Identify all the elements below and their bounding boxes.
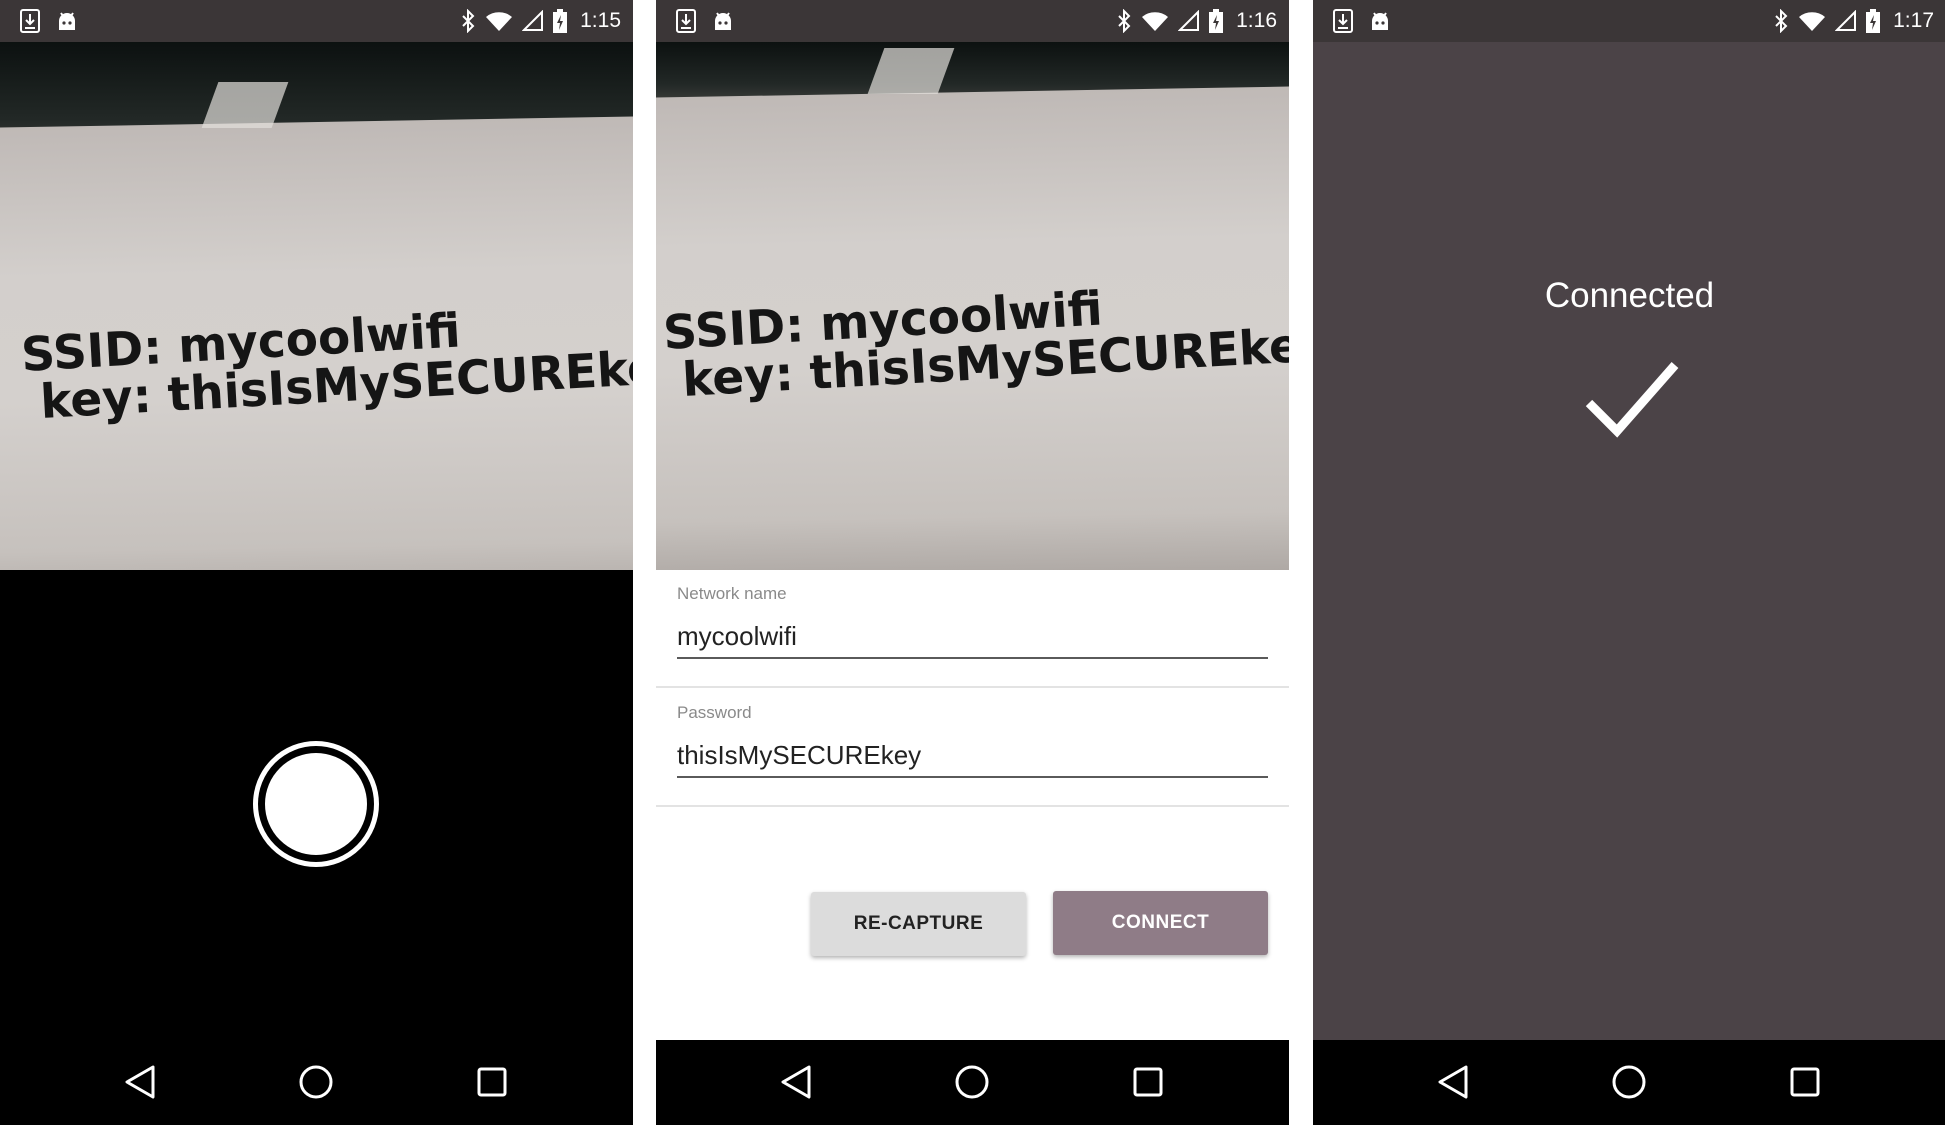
password-field[interactable]: [677, 734, 1268, 778]
status-time: 1:17: [1893, 9, 1934, 32]
signal-icon: [1835, 10, 1857, 32]
connected-screen: 1:17 Connected: [1313, 0, 1945, 1125]
camera-preview: SSID: mycoolwifi key: thisIsMySECUREkey: [0, 42, 633, 570]
navigation-bar: [656, 1040, 1289, 1125]
signal-icon: [522, 10, 544, 32]
credentials-screen: 1:16 SSID: mycoolwifi key: thisIsMySECUR…: [656, 0, 1289, 1125]
navigation-bar: [0, 1040, 633, 1125]
android-icon: [712, 10, 734, 32]
download-icon: [1333, 9, 1353, 33]
status-bar: 1:15: [0, 0, 633, 42]
android-icon: [56, 10, 78, 32]
status-bar: 1:17: [1313, 0, 1945, 42]
status-time: 1:15: [580, 9, 621, 32]
camera-screen: 1:15 SSID: mycoolwifi key: thisIsMySECUR…: [0, 0, 633, 1125]
battery-charging-icon: [553, 9, 568, 33]
download-icon: [20, 9, 40, 33]
back-icon[interactable]: [118, 1060, 162, 1104]
bluetooth-icon: [1773, 9, 1789, 33]
home-icon[interactable]: [950, 1060, 994, 1104]
divider: [656, 686, 1289, 688]
battery-charging-icon: [1209, 9, 1224, 33]
home-icon[interactable]: [294, 1060, 338, 1104]
password-label: Password: [677, 703, 752, 722]
bluetooth-icon: [460, 9, 476, 33]
signal-icon: [1178, 10, 1200, 32]
status-time: 1:16: [1236, 9, 1277, 32]
bluetooth-icon: [1116, 9, 1132, 33]
connected-background: [1313, 42, 1945, 1040]
status-bar: 1:16: [656, 0, 1289, 42]
recents-icon[interactable]: [1783, 1060, 1827, 1104]
android-icon: [1369, 10, 1391, 32]
back-icon[interactable]: [774, 1060, 818, 1104]
network-name-field[interactable]: [677, 615, 1268, 659]
wifi-icon: [1141, 10, 1169, 32]
wifi-icon: [485, 10, 513, 32]
battery-charging-icon: [1866, 9, 1881, 33]
home-icon[interactable]: [1607, 1060, 1651, 1104]
connect-button[interactable]: CONNECT: [1053, 891, 1268, 955]
shutter-button[interactable]: [253, 741, 379, 867]
divider: [656, 805, 1289, 807]
checkmark-icon: [1585, 362, 1679, 438]
wifi-icon: [1798, 10, 1826, 32]
download-icon: [676, 9, 696, 33]
connected-label: Connected: [1544, 276, 1715, 315]
navigation-bar: [1313, 1040, 1945, 1125]
captured-image: SSID: mycoolwifi key: thisIsMySECUREkey: [656, 42, 1289, 570]
recents-icon[interactable]: [1126, 1060, 1170, 1104]
network-name-label: Network name: [677, 584, 787, 603]
back-icon[interactable]: [1431, 1060, 1475, 1104]
recents-icon[interactable]: [470, 1060, 514, 1104]
recapture-button[interactable]: RE-CAPTURE: [811, 892, 1026, 956]
